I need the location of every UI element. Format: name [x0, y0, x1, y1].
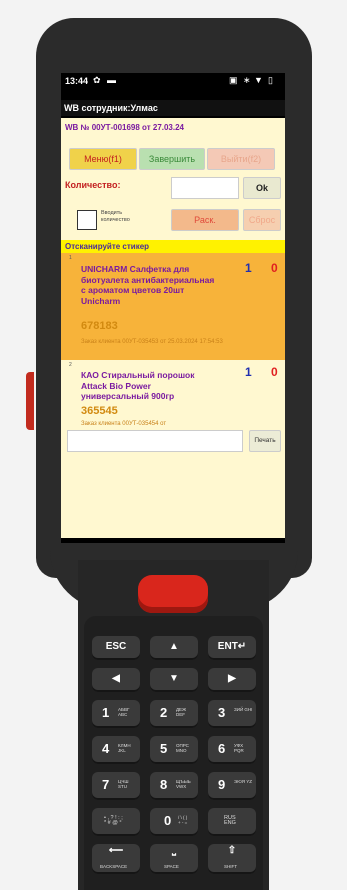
- up-arrow-icon: ▲: [169, 641, 179, 652]
- item-count-scanned: 1: [245, 365, 252, 379]
- shift-key[interactable]: ⇧ SHIFT: [208, 844, 256, 874]
- item-count-required: 0: [271, 365, 278, 379]
- notification-icon: ▣: [229, 75, 238, 85]
- esc-key-label: ESC: [105, 641, 127, 652]
- item-count-scanned: 1: [245, 261, 252, 275]
- key-0[interactable]: 0 / \ ( ) + - =: [150, 808, 198, 836]
- key-1-letters: АБВГ ABC: [118, 707, 130, 717]
- key-6[interactable]: 6 УФХ PQR: [208, 736, 256, 764]
- item-code: 365545: [81, 405, 118, 417]
- item-order: Заказ клиента 00УТ-035453 от 25.03.2024 …: [81, 339, 223, 345]
- key-8-digit: 8: [160, 777, 168, 792]
- item-name: UNICHARM Салфетка для биотуалета антибак…: [81, 264, 215, 306]
- esc-key[interactable]: ESC: [92, 636, 140, 660]
- key-5-digit: 5: [160, 741, 168, 756]
- down-key[interactable]: ▼: [150, 668, 198, 692]
- key-8-letters: ЩЪЫЬ VWX: [176, 779, 191, 789]
- shift-key-label: SHIFT: [224, 864, 237, 869]
- reset-button[interactable]: Сброс: [243, 209, 281, 231]
- settings-icon: ✿: [93, 75, 101, 85]
- print-button[interactable]: Печать: [249, 430, 281, 452]
- item-code: 678183: [81, 320, 118, 332]
- key-4-digit: 4: [102, 741, 110, 756]
- print-input[interactable]: [67, 430, 243, 452]
- backspace-key-label: BACKSPACE: [100, 864, 128, 869]
- quantity-label: Количество:: [65, 180, 121, 190]
- bluetooth-icon: ∗: [243, 75, 251, 85]
- item-index: 1: [69, 255, 72, 261]
- key-4[interactable]: 4 КЛМН JKL: [92, 736, 140, 764]
- enter-key[interactable]: ENT↵: [208, 636, 256, 660]
- enter-quantity-label: Вводить количество: [101, 210, 130, 223]
- scan-prompt: Отсканируйте стикер: [61, 240, 285, 253]
- symbol-key-label: • , ? ! : ; * # @ °: [104, 815, 123, 826]
- down-arrow-icon: ▼: [169, 673, 179, 684]
- key-2-digit: 2: [160, 705, 168, 720]
- item-name: КАО Стиральный порошок Attack Bio Power …: [81, 370, 195, 401]
- key-2[interactable]: 2 ДЕЖ DEF: [150, 700, 198, 728]
- item-count-required: 0: [271, 261, 278, 275]
- battery-small-icon: ▬: [107, 75, 116, 85]
- status-time: 13:44: [65, 76, 89, 86]
- backspace-key[interactable]: ⟵ BACKSPACE: [92, 844, 140, 874]
- left-arrow-icon: ◀: [112, 673, 120, 684]
- key-8[interactable]: 8 ЩЪЫЬ VWX: [150, 772, 198, 800]
- shift-arrow-icon: ⇧: [227, 845, 237, 856]
- key-1-digit: 1: [102, 705, 110, 720]
- scan-trigger-button[interactable]: [138, 575, 208, 613]
- key-1[interactable]: 1 АБВГ ABC: [92, 700, 140, 728]
- status-bar: 13:44 ✿ ▬ ▣ ∗ ▼ ▯: [61, 73, 285, 90]
- item-order: Заказ клиента 00УТ-035454 от: [81, 421, 167, 427]
- key-3[interactable]: 3 ЗИЙ GHI: [208, 700, 256, 728]
- document-number: WB № 00УТ-001698 от 27.03.24: [65, 123, 185, 132]
- key-4-letters: КЛМН JKL: [118, 743, 131, 753]
- key-9[interactable]: 9 ЭЮЯ YZ: [208, 772, 256, 800]
- space-key-label: SPACE: [164, 864, 179, 869]
- ok-button[interactable]: Ok: [243, 177, 281, 199]
- key-0-symbols: / \ ( ) + - =: [178, 815, 188, 825]
- space-key[interactable]: ⎵ SPACE: [150, 844, 198, 874]
- app-title: WB сотрудник:Улмас: [61, 100, 285, 116]
- key-7[interactable]: 7 ЦЧШ STU: [92, 772, 140, 800]
- key-6-letters: УФХ PQR: [234, 743, 244, 753]
- wifi-icon: ▼: [254, 75, 263, 85]
- key-3-digit: 3: [218, 705, 226, 720]
- menu-button[interactable]: Меню(f1): [69, 148, 137, 170]
- right-key[interactable]: ▶: [208, 668, 256, 692]
- key-5[interactable]: 5 ОПРС MNO: [150, 736, 198, 764]
- space-bar-icon: ⎵: [172, 845, 176, 856]
- battery-icon: ▯: [268, 75, 273, 85]
- language-key[interactable]: RUS ENG: [208, 808, 256, 836]
- enter-quantity-checkbox[interactable]: [77, 210, 97, 230]
- app-body: WB № 00УТ-001698 от 27.03.24 Меню(f1) За…: [61, 118, 285, 538]
- item-index: 2: [69, 362, 72, 368]
- key-7-letters: ЦЧШ STU: [118, 779, 129, 789]
- right-arrow-icon: ▶: [228, 673, 236, 684]
- key-5-letters: ОПРС MNO: [176, 743, 189, 753]
- key-6-digit: 6: [218, 741, 226, 756]
- symbol-key[interactable]: • , ? ! : ; * # @ °: [92, 808, 140, 836]
- quantity-input[interactable]: [171, 177, 239, 199]
- left-key[interactable]: ◀: [92, 668, 140, 692]
- key-9-digit: 9: [218, 777, 226, 792]
- enter-key-label: ENT↵: [217, 641, 247, 652]
- rask-button[interactable]: Раск.: [171, 209, 239, 231]
- finish-button[interactable]: Завершить: [139, 148, 205, 170]
- up-key[interactable]: ▲: [150, 636, 198, 660]
- key-9-letters: ЭЮЯ YZ: [234, 779, 253, 784]
- screen: 13:44 ✿ ▬ ▣ ∗ ▼ ▯ WB сотрудник:Улмас WB …: [61, 73, 285, 543]
- backspace-arrow-icon: ⟵: [108, 845, 124, 856]
- key-7-digit: 7: [102, 777, 110, 792]
- exit-button[interactable]: Выйти(f2): [207, 148, 275, 170]
- key-3-letters: ЗИЙ GHI: [234, 707, 253, 712]
- side-scan-button[interactable]: [26, 372, 34, 430]
- key-2-letters: ДЕЖ DEF: [176, 707, 187, 717]
- key-0-digit: 0: [164, 813, 172, 828]
- language-key-label: RUS ENG: [224, 815, 236, 826]
- list-item[interactable]: 1 UNICHARM Салфетка для биотуалета антиб…: [61, 253, 285, 360]
- empty-area: [61, 458, 285, 538]
